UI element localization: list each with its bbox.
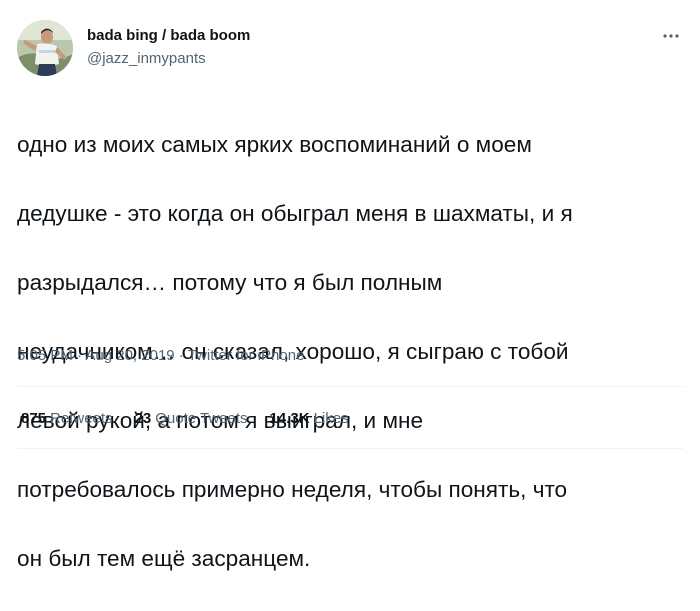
- likes-label: Likes: [313, 410, 349, 427]
- more-horizontal-icon: [663, 34, 679, 38]
- retweets-count: 875: [21, 410, 47, 427]
- avatar-image: [17, 20, 73, 76]
- tweet-text-line: он был тем ещё засранцем.: [17, 545, 311, 571]
- meta-separator: ·: [72, 347, 86, 364]
- avatar[interactable]: [17, 20, 73, 76]
- tweet-date[interactable]: Aug 20, 2019: [85, 347, 174, 364]
- tweet-source[interactable]: Twitter for iPhone: [188, 347, 305, 364]
- tweet-text-line: одно из моих самых ярких воспоминаний о …: [17, 131, 532, 157]
- likes-stat[interactable]: 14.3K Likes: [270, 410, 349, 428]
- author-block: bada bing / bada boom @jazz_inmypants: [87, 27, 250, 68]
- quote-tweets-count: 23: [134, 410, 152, 427]
- tweet-meta: 5:05 PM · Aug 20, 2019 · Twitter for iPh…: [17, 347, 304, 365]
- tweet-time[interactable]: 5:05 PM: [17, 347, 73, 364]
- quote-tweets-label: Quote Tweets: [155, 410, 248, 427]
- author-handle[interactable]: @jazz_inmypants: [87, 50, 250, 68]
- divider: [17, 448, 683, 449]
- tweet-text-line: дедушке - это когда он обыграл меня в ша…: [17, 200, 573, 226]
- tweet-card: bada bing / bada boom @jazz_inmypants од…: [0, 0, 700, 571]
- tweet-stats: 875 Retweets 23 Quote Tweets 14.3K Likes: [21, 410, 371, 428]
- quote-tweets-stat[interactable]: 23 Quote Tweets: [135, 410, 248, 428]
- more-options-button[interactable]: [656, 24, 686, 48]
- retweets-stat[interactable]: 875 Retweets: [21, 410, 113, 428]
- likes-count: 14.3K: [269, 410, 310, 427]
- author-display-name[interactable]: bada bing / bada boom: [87, 27, 250, 45]
- meta-separator: ·: [174, 347, 188, 364]
- divider: [17, 386, 683, 387]
- tweet-text-line: разрыдался… потому что я был полным: [17, 269, 443, 295]
- tweet-text-line: потребовалось примерно неделя, чтобы пон…: [17, 476, 568, 502]
- retweets-label: Retweets: [50, 410, 113, 427]
